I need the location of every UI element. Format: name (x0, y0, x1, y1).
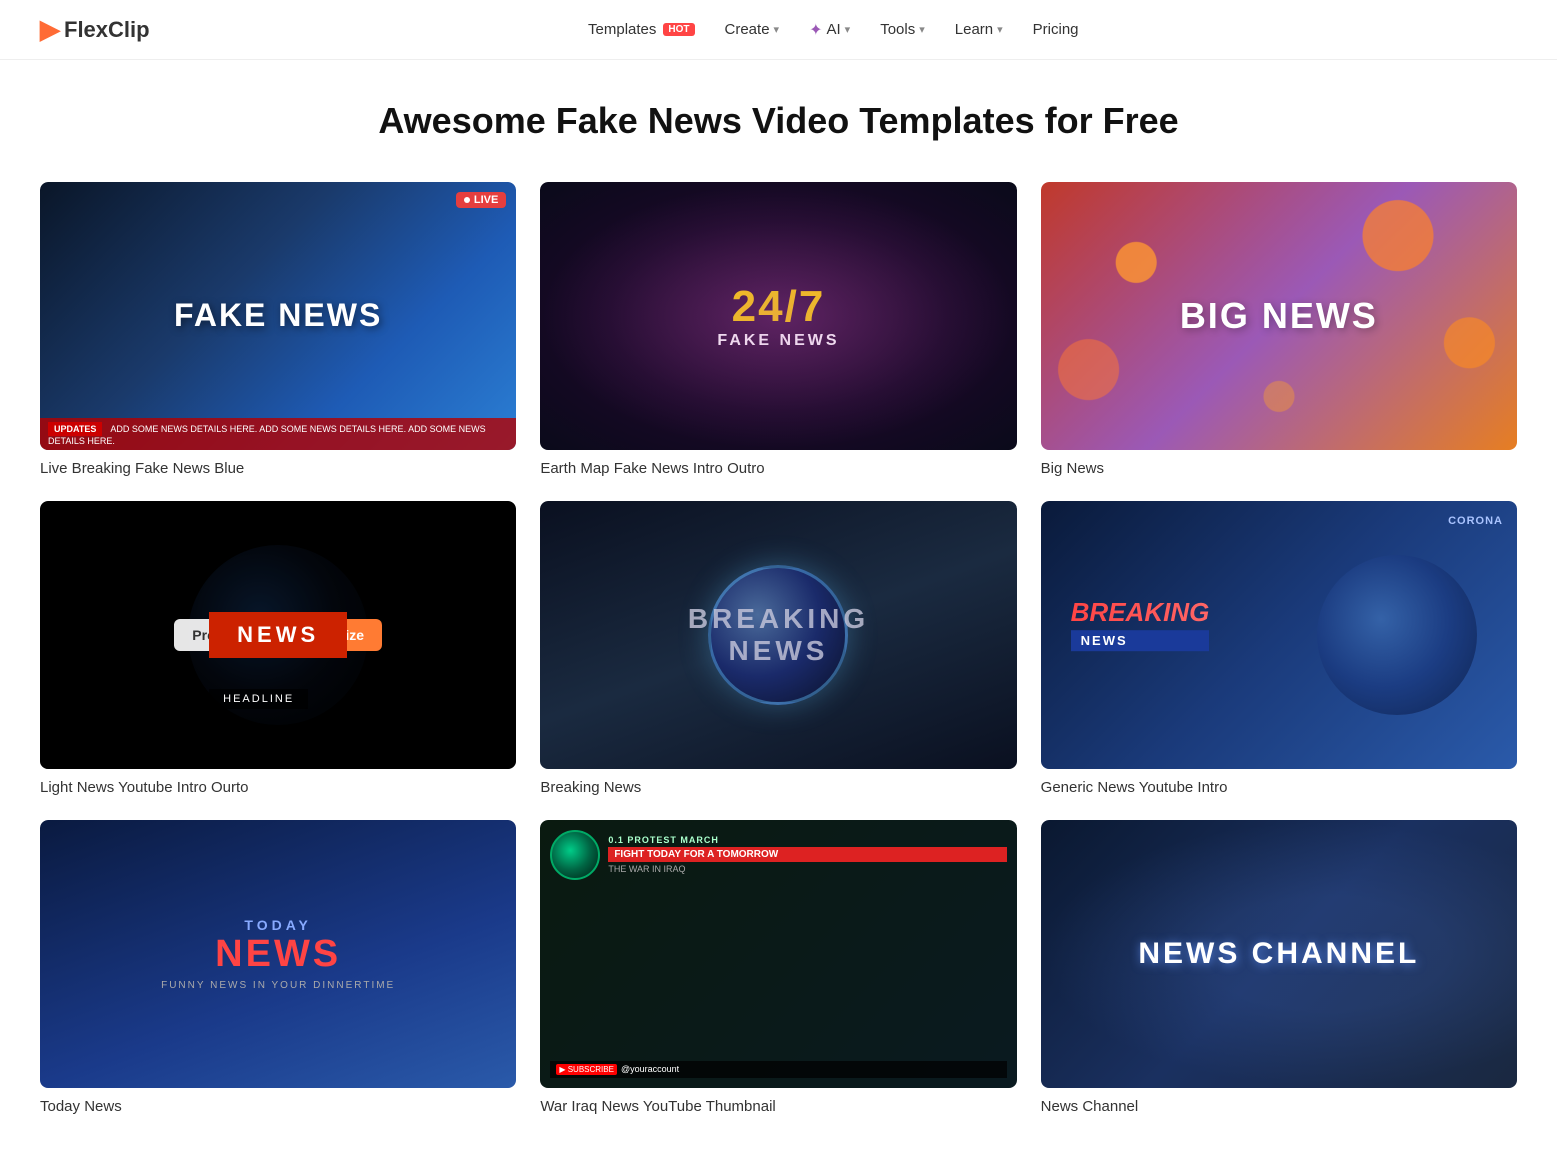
thumbnail-1: LIVE FAKE NEWS UPDATES ADD SOME NEWS DET… (40, 182, 516, 450)
logo[interactable]: ▶ FlexClip (40, 14, 150, 45)
thumbnail-7: TODAY NEWS FUNNY NEWS IN YOUR DINNERTIME… (40, 820, 516, 1088)
thumb-news-badge: NEWS (209, 612, 347, 658)
customize-button-8[interactable]: Customize (776, 938, 883, 970)
template-card-3[interactable]: BIG NEWS Preview Customize Big News (1041, 182, 1517, 477)
nav-link-templates[interactable]: Templates HOT (576, 15, 706, 44)
nav-item-pricing[interactable]: Pricing (1021, 15, 1091, 44)
ai-sparkle-icon: ✦ (809, 20, 822, 40)
template-name-9: News Channel (1041, 1098, 1517, 1115)
preview-button-5[interactable]: Preview (675, 619, 764, 651)
thumb-headline-1: FAKE NEWS (174, 297, 382, 334)
nav-link-pricing[interactable]: Pricing (1021, 15, 1091, 44)
template-name-8: War Iraq News YouTube Thumbnail (540, 1098, 1016, 1115)
thumbnail-2: 24/7 FAKE NEWS Preview Customize (540, 182, 1016, 450)
template-name-1: Live Breaking Fake News Blue (40, 460, 516, 477)
nav-item-templates[interactable]: Templates HOT (576, 15, 706, 44)
nav-item-learn[interactable]: Learn ▾ (943, 15, 1015, 44)
live-dot (464, 197, 470, 203)
template-name-3: Big News (1041, 460, 1517, 477)
logo-text: FlexClip (64, 17, 150, 43)
thumbnail-9: NEWS CHANNEL Preview Customize (1041, 820, 1517, 1088)
template-card-1[interactable]: LIVE FAKE NEWS UPDATES ADD SOME NEWS DET… (40, 182, 516, 477)
customize-button-6[interactable]: Customize (1276, 619, 1383, 651)
nav-item-ai[interactable]: ✦ AI ▾ (797, 14, 862, 46)
nav-link-create[interactable]: Create ▾ (713, 15, 792, 44)
template-name-7: Today News (40, 1098, 516, 1115)
logo-icon: ▶ (40, 14, 60, 45)
template-grid: LIVE FAKE NEWS UPDATES ADD SOME NEWS DET… (20, 182, 1537, 1115)
template-name-2: Earth Map Fake News Intro Outro (540, 460, 1016, 477)
thumbnail-3: BIG NEWS Preview Customize (1041, 182, 1517, 450)
preview-button-7[interactable]: Preview (174, 938, 263, 970)
template-card-2[interactable]: 24/7 FAKE NEWS Preview Customize Earth M… (540, 182, 1016, 477)
nav-link-ai[interactable]: ✦ AI ▾ (797, 14, 862, 46)
thumbnail-8: 0.1 PROTEST MARCH FIGHT TODAY FOR A TOMO… (540, 820, 1016, 1088)
template-card-9[interactable]: NEWS CHANNEL Preview Customize News Chan… (1041, 820, 1517, 1115)
thumbnail-4: NEWS HEADLINE Preview Customize (40, 501, 516, 769)
chevron-down-icon-learn: ▾ (997, 23, 1003, 36)
customize-button-5[interactable]: Customize (776, 619, 883, 651)
thumb-headline-3: BIG NEWS (1180, 295, 1378, 337)
nav-link-learn[interactable]: Learn ▾ (943, 15, 1015, 44)
template-card-5[interactable]: BREAKING NEWS Preview Customize Breaking… (540, 501, 1016, 796)
customize-button-7[interactable]: Customize (275, 938, 382, 970)
nav-link-tools[interactable]: Tools ▾ (868, 15, 937, 44)
thumb-headline-4: HEADLINE (209, 689, 308, 709)
preview-button-6[interactable]: Preview (1175, 619, 1264, 651)
preview-button-8[interactable]: Preview (675, 938, 764, 970)
template-name-5: Breaking News (540, 779, 1016, 796)
main-content: Awesome Fake News Video Templates for Fr… (0, 60, 1557, 1175)
news-channel-text: NEWS CHANNEL (1138, 937, 1419, 971)
thumb-news-badge-wrapper: NEWS HEADLINE (209, 612, 347, 658)
page-title: Awesome Fake News Video Templates for Fr… (20, 100, 1537, 142)
template-card-4[interactable]: NEWS HEADLINE Preview Customize Light Ne… (40, 501, 516, 796)
live-badge-1: LIVE (456, 192, 506, 208)
template-card-7[interactable]: TODAY NEWS FUNNY NEWS IN YOUR DINNERTIME… (40, 820, 516, 1115)
template-name-4: Light News Youtube Intro Ourto (40, 779, 516, 796)
template-card-6[interactable]: CORONA BREAKING NEWS Preview Customize G… (1041, 501, 1517, 796)
nav-links: Templates HOT Create ▾ ✦ AI ▾ Tools ▾ (576, 14, 1091, 46)
template-name-6: Generic News Youtube Intro (1041, 779, 1517, 796)
chevron-down-icon: ▾ (774, 23, 780, 36)
thumbnail-6: CORONA BREAKING NEWS Preview Customize (1041, 501, 1517, 769)
customize-button-2[interactable]: Customize (776, 300, 883, 332)
hot-badge: HOT (663, 23, 694, 36)
chevron-down-icon-ai: ▾ (845, 23, 851, 36)
thumbnail-5: BREAKING NEWS Preview Customize (540, 501, 1016, 769)
nav-item-tools[interactable]: Tools ▾ (868, 15, 937, 44)
chevron-down-icon-tools: ▾ (919, 23, 925, 36)
nav-item-create[interactable]: Create ▾ (713, 15, 792, 44)
navbar: ▶ FlexClip Templates HOT Create ▾ ✦ AI ▾… (0, 0, 1557, 60)
preview-button-2[interactable]: Preview (675, 300, 764, 332)
template-card-8[interactable]: 0.1 PROTEST MARCH FIGHT TODAY FOR A TOMO… (540, 820, 1016, 1115)
